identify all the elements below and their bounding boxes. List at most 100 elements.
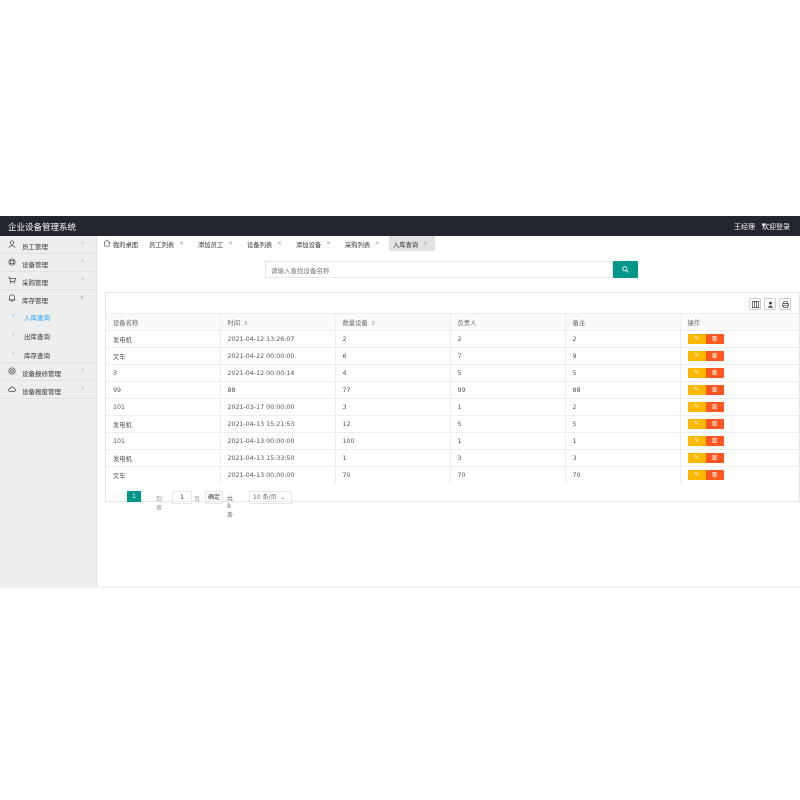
sidebar-item-label: 库存管理 bbox=[22, 297, 48, 305]
cell-device-name: 发电机 bbox=[106, 330, 220, 348]
column-header-label: 负责人 bbox=[457, 319, 477, 327]
table-row: 101 2021-03-17 00:00:00 3 1 2 ✎ ▥ bbox=[106, 398, 799, 416]
column-header: 备注 bbox=[564, 313, 680, 331]
edit-button[interactable]: ✎ bbox=[687, 385, 706, 395]
edit-button[interactable]: ✎ bbox=[687, 334, 706, 344]
tab-add-device[interactable]: 添加设备 ✕ bbox=[294, 236, 340, 251]
goto-confirm-button[interactable]: 确定 bbox=[205, 491, 223, 504]
close-icon[interactable]: ✕ bbox=[228, 240, 233, 247]
close-icon[interactable]: ✕ bbox=[277, 240, 282, 247]
edit-button[interactable]: ✎ bbox=[687, 419, 706, 429]
tab-instock-query[interactable]: 入库查询 ✕ bbox=[389, 236, 435, 251]
column-filter-button[interactable] bbox=[749, 298, 761, 310]
cell-remark: 5 bbox=[564, 364, 680, 382]
tab-home[interactable]: 我的桌面 bbox=[101, 236, 145, 251]
trash-icon: ▥ bbox=[711, 454, 718, 461]
sidebar-subitem-outstock-query[interactable]: › 出库查询 bbox=[0, 326, 96, 343]
delete-button[interactable]: ▥ bbox=[705, 402, 724, 412]
cell-quantity: 6 bbox=[334, 347, 450, 365]
chevron-left-icon: ‹ bbox=[81, 257, 84, 265]
sidebar-item-inventory[interactable]: 库存管理 ∨ bbox=[0, 290, 96, 307]
table-row: 发电机 2021-04-13 15:21:53 12 5 5 ✎ ▥ bbox=[106, 415, 799, 433]
cell-remark: 70 bbox=[564, 466, 680, 483]
edit-button[interactable]: ✎ bbox=[687, 368, 706, 378]
cloud-icon bbox=[8, 386, 16, 392]
edit-button[interactable]: ✎ bbox=[687, 453, 706, 463]
sidebar-subitem-instock-query[interactable]: › 入库查询 bbox=[0, 307, 96, 324]
next-page-icon[interactable]: › bbox=[147, 493, 149, 500]
edit-icon: ✎ bbox=[693, 352, 700, 359]
cell-quantity: 4 bbox=[334, 364, 450, 382]
page-current[interactable]: 1 bbox=[127, 491, 141, 502]
cell-device-name: 3 bbox=[106, 364, 220, 382]
page-unit-label: 页 bbox=[194, 496, 201, 503]
column-header[interactable]: 时间 ⇕ bbox=[219, 313, 335, 331]
column-header-label: 时间 bbox=[227, 319, 241, 327]
sidebar-item-scrap[interactable]: 设备报废管理 ‹ bbox=[0, 381, 96, 399]
cell-quantity: 2 bbox=[334, 330, 450, 348]
delete-button[interactable]: ▥ bbox=[705, 385, 724, 395]
cell-remark: 88 bbox=[564, 381, 680, 399]
cell-device-name: 发电机 bbox=[106, 449, 220, 467]
search-button[interactable] bbox=[613, 261, 638, 278]
cell-quantity: 100 bbox=[334, 432, 450, 450]
tab-label: 设备列表 bbox=[247, 242, 273, 249]
sidebar-subitem-stock-query[interactable]: › 库存查询 bbox=[0, 345, 96, 363]
cell-quantity: 77 bbox=[334, 381, 450, 399]
tab-device-list[interactable]: 设备列表 ✕ bbox=[245, 236, 291, 251]
delete-button[interactable]: ▥ bbox=[705, 453, 724, 463]
cell-remark: 3 bbox=[564, 449, 680, 467]
trash-icon: ▥ bbox=[711, 352, 718, 359]
goto-page-input[interactable]: 1 bbox=[172, 491, 192, 504]
sidebar-item-repair[interactable]: 设备报修管理 ‹ bbox=[0, 363, 96, 381]
user-menu[interactable]: 王经理 bbox=[734, 222, 755, 232]
column-header-label: 数量设备 bbox=[342, 319, 368, 327]
search-input[interactable]: 请输入查找设备名称 bbox=[265, 261, 613, 278]
tab-label: 入库查询 bbox=[393, 242, 419, 249]
column-header-label: 设备名称 bbox=[113, 319, 139, 327]
edit-button[interactable]: ✎ bbox=[687, 351, 706, 361]
edit-button[interactable]: ✎ bbox=[687, 470, 706, 480]
page-size-select[interactable]: 10 条/页 ⌄ bbox=[249, 491, 292, 504]
close-icon[interactable]: ✕ bbox=[375, 240, 380, 247]
sidebar-item-label: 设备报废管理 bbox=[22, 388, 61, 396]
cell-actions: ✎ ▥ bbox=[679, 398, 799, 416]
print-button[interactable] bbox=[779, 298, 791, 310]
delete-button[interactable]: ▥ bbox=[705, 351, 724, 361]
cell-time: 2021-04-22 00:00:00 bbox=[219, 347, 335, 365]
sort-icon[interactable]: ⇕ bbox=[243, 320, 248, 327]
delete-button[interactable]: ▥ bbox=[705, 334, 724, 344]
close-icon[interactable]: ✕ bbox=[326, 240, 331, 247]
cell-remark: 9 bbox=[564, 347, 680, 365]
close-icon[interactable]: ✕ bbox=[179, 240, 184, 247]
home-icon bbox=[103, 239, 111, 247]
prev-page-icon[interactable]: ‹ bbox=[116, 493, 118, 500]
tab-bar: 我的桌面 员工列表 ✕ 添加员工 ✕ 设备列表 ✕ 添加设备 ✕ 采购列表 ✕ … bbox=[97, 236, 800, 252]
cell-device-name: 叉车 bbox=[106, 466, 220, 483]
sidebar-item-device[interactable]: 设备管理 ‹ bbox=[0, 254, 96, 272]
delete-button[interactable]: ▥ bbox=[705, 368, 724, 378]
chevron-right-icon: › bbox=[12, 311, 15, 319]
sidebar-item-purchase[interactable]: 采购管理 ‹ bbox=[0, 272, 96, 290]
welcome-link[interactable]: 欢迎登录 bbox=[762, 222, 790, 232]
tab-purchase-list[interactable]: 采购列表 ✕ bbox=[343, 236, 389, 251]
edit-button[interactable]: ✎ bbox=[687, 436, 706, 446]
tab-add-staff[interactable]: 添加员工 ✕ bbox=[196, 236, 242, 251]
close-icon[interactable]: ✕ bbox=[423, 240, 428, 247]
edit-icon: ✎ bbox=[693, 437, 700, 444]
delete-button[interactable]: ▥ bbox=[705, 419, 724, 429]
edit-button[interactable]: ✎ bbox=[687, 402, 706, 412]
tab-staff-list[interactable]: 员工列表 ✕ bbox=[147, 236, 193, 251]
export-button[interactable] bbox=[764, 298, 776, 310]
sort-icon[interactable]: ⇕ bbox=[371, 320, 376, 327]
edit-icon: ✎ bbox=[693, 369, 700, 376]
cell-owner: 5 bbox=[449, 364, 565, 382]
delete-button[interactable]: ▥ bbox=[705, 470, 724, 480]
sidebar-item-staff[interactable]: 员工管理 ‹ bbox=[0, 236, 96, 254]
search-icon bbox=[622, 266, 629, 273]
column-header[interactable]: 数量设备 ⇕ bbox=[334, 313, 450, 331]
app-title: 企业设备管理系统 bbox=[8, 223, 77, 233]
delete-button[interactable]: ▥ bbox=[705, 436, 724, 446]
table-row: 发电机 2021-04-12 13:26:07 2 2 2 ✎ ▥ bbox=[106, 330, 799, 348]
user-icon bbox=[8, 240, 16, 248]
